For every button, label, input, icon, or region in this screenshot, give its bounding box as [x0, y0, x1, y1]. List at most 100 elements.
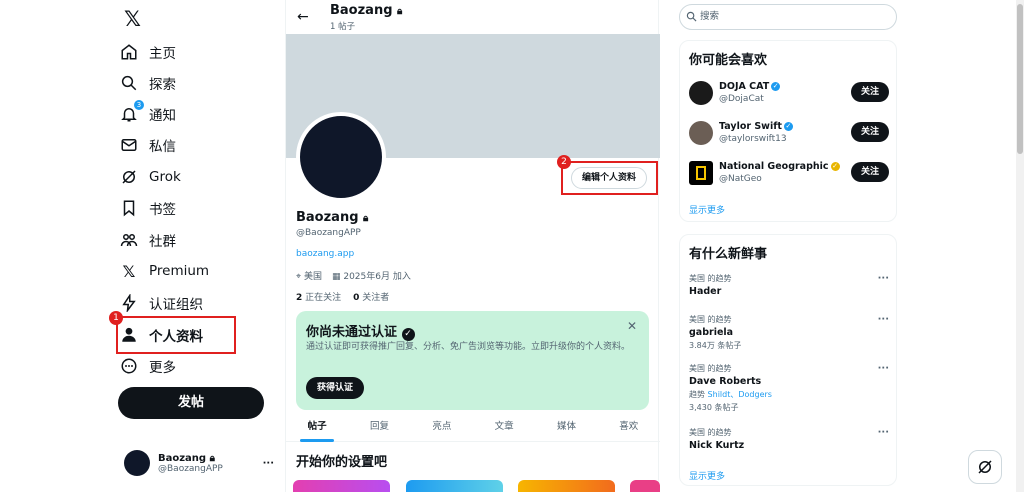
tab-replies[interactable]: 回复 [348, 414, 410, 441]
nav-bookmarks-label: 书签 [149, 202, 176, 218]
trend-related-prefix: 趋势 [689, 390, 705, 399]
setup-card[interactable] [630, 480, 660, 492]
tab-likes[interactable]: 喜欢 [598, 414, 660, 441]
nav-home[interactable]: 主页 [120, 37, 176, 67]
nav-explore[interactable]: 探索 [120, 68, 176, 98]
join-date: ▦ 2025年6月 加入 [332, 269, 411, 282]
header-title-row: Baozang 🔒︎ [330, 3, 402, 18]
location-label: 美国 [303, 272, 322, 282]
follow-suggestion[interactable]: DOJA CAT ✓ @DojaCat 关注 [689, 79, 889, 109]
trend-title: gabriela [689, 327, 734, 338]
natgeo-logo-icon [689, 161, 713, 185]
nav-grok-label: Grok [149, 169, 181, 185]
profile-handle: @BaozangAPP [296, 228, 361, 238]
more-options-icon[interactable]: ··· [878, 273, 889, 284]
user-name-row: DOJA CAT ✓ [719, 81, 781, 92]
nav-verified-orgs[interactable]: 认证组织 [120, 288, 203, 318]
nav-messages[interactable]: 私信 [120, 130, 176, 160]
profile-avatar[interactable] [296, 112, 386, 202]
following-label: 正在关注 [305, 293, 342, 303]
account-name-row: Baozang 🔒︎ [158, 453, 223, 464]
follow-suggestion[interactable]: National Geographic ✓ @NatGeo 关注 [689, 159, 889, 189]
scrollbar-thumb[interactable] [1017, 4, 1023, 154]
show-more-link[interactable]: 显示更多 [689, 203, 725, 216]
close-icon[interactable]: ✕ [627, 319, 637, 333]
home-icon [121, 44, 137, 60]
back-arrow-icon[interactable]: ← [297, 9, 309, 25]
nav-grok[interactable]: Grok [120, 162, 181, 192]
trend-item[interactable]: 美国 的趋势 Dave Roberts 趋势 Shildt、Dodgers 3,… [689, 363, 889, 413]
follow-suggestion[interactable]: Taylor Swift ✓ @taylorswift13 关注 [689, 119, 889, 149]
lightning-icon [122, 294, 136, 312]
x-logo-icon[interactable]: 𝕏 [124, 7, 141, 31]
get-verified-button[interactable]: 获得认证 [306, 377, 364, 399]
grok-icon [978, 460, 992, 474]
account-handle: @BaozangAPP [158, 463, 223, 474]
nav-notifications-label: 通知 [149, 108, 176, 124]
trends-panel: 有什么新鲜事 美国 的趋势 Hader ··· 美国 的趋势 gabriela … [679, 234, 897, 486]
nav-notifications[interactable]: 3 通知 [120, 99, 176, 129]
more-options-icon[interactable]: ··· [878, 427, 889, 438]
nav-explore-label: 探索 [149, 77, 176, 93]
lock-icon: 🔒︎ [397, 6, 403, 17]
main-column: ← Baozang 🔒︎ 1 帖子 编辑个人资料 Baozang 🔒︎ @Bao… [285, 0, 660, 492]
trend-related: 趋势 Shildt、Dodgers [689, 389, 889, 400]
follow-button[interactable]: 关注 [851, 162, 889, 182]
nav-communities-label: 社群 [149, 234, 176, 250]
nav-home-label: 主页 [149, 46, 176, 62]
right-column: 搜索 你可能会喜欢 DOJA CAT ✓ @DojaCat 关注 Taylor S… [679, 0, 899, 492]
setup-card[interactable] [293, 480, 390, 492]
trend-item[interactable]: 美国 的趋势 gabriela 3.84万 条帖子 ··· [689, 314, 889, 351]
tab-highlights[interactable]: 亮点 [411, 414, 473, 441]
followers-link[interactable]: 0 关注者 [353, 290, 389, 303]
header-title: Baozang [330, 3, 393, 18]
annotation-box-2 [561, 161, 658, 195]
user-handle: @NatGeo [719, 174, 762, 184]
following-link[interactable]: 2 正在关注 [296, 290, 341, 303]
nav-premium[interactable]: 𝕏 Premium [120, 256, 210, 286]
nav-bookmarks[interactable]: 书签 [120, 193, 176, 223]
following-count: 2 [296, 293, 303, 303]
x-icon: 𝕏 [122, 261, 136, 281]
trend-item[interactable]: 美国 的趋势 Hader ··· [689, 273, 889, 297]
post-button[interactable]: 发帖 [118, 387, 264, 419]
nav-communities[interactable]: 社群 [120, 225, 176, 255]
trend-item[interactable]: 美国 的趋势 Nick Kurtz ··· [689, 427, 889, 451]
trend-related-links[interactable]: Shildt、Dodgers [708, 390, 772, 399]
tab-media[interactable]: 媒体 [535, 414, 597, 441]
grok-floating-button[interactable] [968, 450, 1002, 484]
follow-button[interactable]: 关注 [851, 82, 889, 102]
verified-badge-icon: ✓ [401, 328, 415, 341]
follow-button[interactable]: 关注 [851, 122, 889, 142]
setup-card[interactable] [518, 480, 615, 492]
nav-verified-orgs-label: 认证组织 [149, 297, 203, 313]
lock-icon: 🔒︎ [209, 452, 215, 464]
show-more-link[interactable]: 显示更多 [689, 469, 725, 482]
verified-org-icon: ✓ [830, 162, 840, 171]
nav-more[interactable]: 更多 [120, 351, 176, 381]
trend-title: Dave Roberts [689, 376, 762, 387]
more-options-icon[interactable]: ··· [878, 363, 889, 374]
search-input[interactable]: 搜索 [679, 4, 897, 30]
setup-card[interactable] [406, 480, 503, 492]
location-icon: ⌖ [296, 272, 302, 282]
user-name-row: National Geographic ✓ [719, 161, 840, 172]
tab-articles[interactable]: 文章 [473, 414, 535, 441]
trend-context: 美国 的趋势 [689, 315, 732, 324]
user-handle: @taylorswift13 [719, 134, 787, 144]
trend-title: Hader [689, 286, 722, 297]
profile-website-link[interactable]: baozang.app [296, 249, 354, 259]
tab-posts[interactable]: 帖子 [286, 414, 348, 442]
user-name-row: Taylor Swift ✓ [719, 121, 793, 132]
nav-premium-label: Premium [149, 263, 210, 279]
account-menu-icon[interactable]: ··· [263, 458, 274, 469]
calendar-icon: ▦ [331, 272, 341, 282]
more-options-icon[interactable]: ··· [878, 314, 889, 325]
more-icon [121, 358, 137, 374]
profile-name: Baozang [296, 210, 359, 225]
post-count: 1 帖子 [330, 22, 356, 32]
account-switcher[interactable]: Baozang 🔒︎ @BaozangAPP ··· [124, 450, 274, 476]
trend-context: 美国 的趋势 [689, 274, 732, 283]
location: ⌖ 美国 [296, 269, 322, 282]
trend-context: 美国 的趋势 [689, 364, 732, 373]
